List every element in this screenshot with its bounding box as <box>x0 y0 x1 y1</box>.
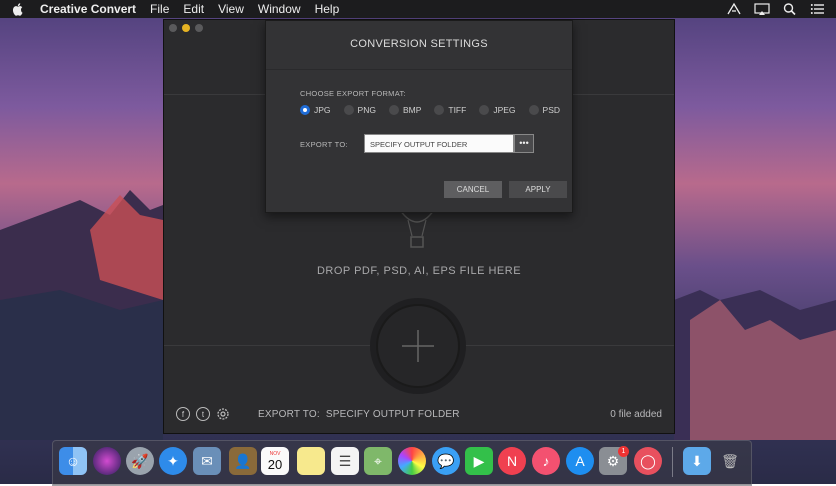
dialog-title: CONVERSION SETTINGS <box>350 38 488 50</box>
messages-icon[interactable]: 💬 <box>432 447 460 475</box>
format-radio-bmp[interactable]: BMP <box>388 105 422 115</box>
settings-gear-icon[interactable] <box>216 407 230 421</box>
app-menu[interactable]: Creative Convert <box>40 2 136 16</box>
itunes-icon[interactable]: ♪ <box>532 447 560 475</box>
menu-window[interactable]: Window <box>258 2 301 16</box>
hot-air-balloon-icon <box>399 210 435 248</box>
apply-button[interactable]: APPLY <box>509 181 567 198</box>
contacts-icon[interactable]: 👤 <box>229 447 257 475</box>
radio-icon <box>479 105 490 115</box>
facebook-icon[interactable]: f <box>176 407 190 421</box>
output-folder-field[interactable]: SPECIFY OUTPUT FOLDER <box>364 134 514 153</box>
plus-icon <box>402 330 434 362</box>
browse-folder-button[interactable]: ••• <box>514 134 534 153</box>
export-to-label: EXPORT TO: <box>300 140 348 149</box>
maps-icon[interactable]: ⌖ <box>364 447 392 475</box>
format-radio-group: JPG PNG BMP TIFF JPEG PSD <box>300 105 573 115</box>
notes-icon[interactable] <box>297 447 325 475</box>
cancel-button[interactable]: CANCEL <box>444 181 502 198</box>
notification-center-icon[interactable] <box>810 2 826 16</box>
trash-icon[interactable]: 🗑 <box>716 447 744 475</box>
menu-view[interactable]: View <box>218 2 244 16</box>
format-radio-psd[interactable]: PSD <box>528 105 561 115</box>
downloads-folder-icon[interactable]: ⬇ <box>683 447 711 475</box>
finder-icon[interactable]: ☺ <box>59 447 87 475</box>
radio-icon <box>343 105 354 115</box>
footer-export-status: EXPORT TO: SPECIFY OUTPUT FOLDER <box>258 409 466 420</box>
notification-badge: 1 <box>618 446 629 457</box>
close-window-button[interactable] <box>169 24 177 32</box>
radio-selected-icon <box>300 105 310 115</box>
photos-icon[interactable] <box>398 447 426 475</box>
launchpad-icon[interactable]: 🚀 <box>126 447 154 475</box>
format-radio-png[interactable]: PNG <box>343 105 376 115</box>
calendar-day: 20 <box>267 456 283 472</box>
format-label: JPG <box>314 105 331 115</box>
divider <box>266 69 572 70</box>
format-radio-tiff[interactable]: TIFF <box>434 105 466 115</box>
reminders-icon[interactable]: ☰ <box>331 447 359 475</box>
dock: ☺ 🚀 ✦ ✉ 👤 NOV 20 ☰ ⌖ 💬 ▶ N ♪ A ⚙ 1 ◯ ⬇ 🗑 <box>52 440 752 486</box>
safari-icon[interactable]: ✦ <box>159 447 187 475</box>
minimize-window-button[interactable] <box>182 24 190 32</box>
airplay-display-icon[interactable] <box>754 2 770 16</box>
conversion-settings-dialog: CONVERSION SETTINGS CHOOSE EXPORT FORMAT… <box>265 20 573 213</box>
facetime-icon[interactable]: ▶ <box>465 447 493 475</box>
footer-export-value[interactable]: SPECIFY OUTPUT FOLDER <box>326 409 460 420</box>
menu-edit[interactable]: Edit <box>183 2 204 16</box>
format-label: PNG <box>357 105 376 115</box>
twitter-icon[interactable]: t <box>196 407 210 421</box>
format-label: BMP <box>402 105 422 115</box>
radio-icon <box>434 105 445 115</box>
add-files-button[interactable] <box>376 304 460 388</box>
format-radio-jpg[interactable]: JPG <box>300 105 331 115</box>
news-icon[interactable]: N <box>498 447 526 475</box>
format-label: TIFF <box>448 105 467 115</box>
zoom-window-button[interactable] <box>195 24 203 32</box>
export-format-label: CHOOSE EXPORT FORMAT: <box>300 89 406 98</box>
siri-icon[interactable] <box>93 447 121 475</box>
apple-logo-icon[interactable] <box>12 2 24 16</box>
menu-bar: Creative Convert File Edit View Window H… <box>0 0 836 18</box>
format-label: PSD <box>542 105 561 115</box>
footer-export-label: EXPORT TO: <box>258 409 320 420</box>
drop-zone-label: DROP PDF, PSD, AI, EPS FILE HERE <box>316 265 522 277</box>
format-label: JPEG <box>493 105 516 115</box>
creative-convert-status-icon[interactable] <box>726 2 742 16</box>
mail-icon[interactable]: ✉ <box>193 447 221 475</box>
file-count: 0 file added <box>610 409 662 420</box>
dock-separator <box>672 447 673 477</box>
format-radio-jpeg[interactable]: JPEG <box>479 105 516 115</box>
creative-convert-icon[interactable]: ◯ <box>634 447 662 475</box>
calendar-icon[interactable]: NOV 20 <box>261 447 289 475</box>
app-store-icon[interactable]: A <box>566 447 594 475</box>
radio-icon <box>528 105 539 115</box>
menu-help[interactable]: Help <box>315 2 340 16</box>
radio-icon <box>388 105 399 115</box>
menu-file[interactable]: File <box>150 2 169 16</box>
spotlight-search-icon[interactable] <box>782 2 798 16</box>
